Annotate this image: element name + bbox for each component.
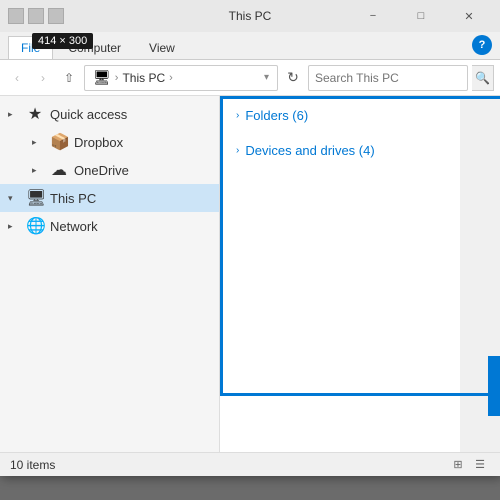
sidebar-item-onedrive[interactable]: ▸ ☁ OneDrive bbox=[0, 156, 219, 184]
address-dropdown-arrow[interactable]: ▾ bbox=[264, 72, 269, 83]
search-submit-button[interactable]: 🔍 bbox=[472, 65, 494, 91]
folders-chevron: › bbox=[236, 110, 239, 121]
sidebar-item-quick-access[interactable]: ▸ ★ Quick access bbox=[0, 100, 219, 128]
sidebar-item-dropbox[interactable]: ▸ 📦 Dropbox bbox=[0, 128, 219, 156]
this-pc-icon: 🖥 bbox=[26, 188, 44, 208]
scrollbar-track[interactable] bbox=[488, 96, 500, 476]
content-panel: › Folders (6) › Devices and drives (4) bbox=[220, 96, 500, 476]
folders-section-title: Folders (6) bbox=[245, 108, 308, 123]
title-bar: This PC − □ ✕ bbox=[0, 0, 500, 32]
content-sections: › Folders (6) › Devices and drives (4) bbox=[220, 96, 500, 190]
devices-section-title: Devices and drives (4) bbox=[245, 143, 374, 158]
sidebar-item-network[interactable]: ▸ 🌐 Network bbox=[0, 212, 219, 240]
refresh-button[interactable]: ↻ bbox=[282, 67, 304, 89]
address-bar: ‹ › ⇧ 🖥 › This PC › ▾ ↻ 🔍 bbox=[0, 60, 500, 96]
window-title: This PC bbox=[229, 9, 272, 23]
grid-view-button[interactable]: ⊞ bbox=[448, 455, 468, 475]
scrollbar-indicator[interactable] bbox=[488, 356, 500, 416]
devices-section: › Devices and drives (4) bbox=[236, 143, 484, 158]
help-button[interactable]: ? bbox=[472, 35, 492, 55]
tab-view[interactable]: View bbox=[136, 36, 188, 59]
title-bar-icons bbox=[8, 8, 64, 24]
item-count: 10 items bbox=[10, 458, 55, 472]
main-area: ▸ ★ Quick access ▸ 📦 Dropbox ▸ ☁ OneDriv… bbox=[0, 96, 500, 476]
onedrive-icon: ☁ bbox=[50, 160, 68, 180]
search-box[interactable] bbox=[308, 65, 468, 91]
view-icons: ⊞ ☰ bbox=[448, 455, 490, 475]
sidebar-item-this-pc[interactable]: ▾ 🖥 This PC bbox=[0, 184, 219, 212]
title-bar-icon-2 bbox=[28, 8, 44, 24]
nav-panel: ▸ ★ Quick access ▸ 📦 Dropbox ▸ ☁ OneDriv… bbox=[0, 96, 220, 476]
right-sidebar bbox=[460, 96, 500, 476]
dropbox-icon: 📦 bbox=[50, 132, 68, 152]
pc-icon: 🖥 bbox=[93, 69, 111, 86]
devices-chevron: › bbox=[236, 145, 239, 156]
dimension-badge: 414 × 300 bbox=[32, 33, 93, 49]
status-bar: 10 items ⊞ ☰ bbox=[0, 452, 500, 476]
maximize-button[interactable]: □ bbox=[398, 0, 444, 32]
quick-access-icon: ★ bbox=[26, 104, 44, 124]
forward-button[interactable]: › bbox=[32, 67, 54, 89]
title-bar-icon-1 bbox=[8, 8, 24, 24]
minimize-button[interactable]: − bbox=[350, 0, 396, 32]
this-pc-label: This PC bbox=[50, 191, 96, 206]
path-separator-1: › bbox=[115, 72, 119, 84]
network-label: Network bbox=[50, 219, 98, 234]
expand-arrow-network: ▸ bbox=[8, 221, 20, 232]
expand-arrow-dropbox: ▸ bbox=[32, 137, 44, 148]
expand-arrow-this-pc: ▾ bbox=[8, 193, 20, 204]
title-bar-controls: − □ ✕ bbox=[350, 0, 492, 32]
dropbox-label: Dropbox bbox=[74, 135, 123, 150]
path-this-pc: This PC bbox=[122, 71, 165, 85]
up-button[interactable]: ⇧ bbox=[58, 67, 80, 89]
scrollbar-area[interactable] bbox=[460, 96, 500, 476]
expand-arrow-quick-access: ▸ bbox=[8, 109, 20, 120]
folders-section-header[interactable]: › Folders (6) bbox=[236, 108, 484, 123]
network-icon: 🌐 bbox=[26, 216, 44, 236]
expand-arrow-onedrive: ▸ bbox=[32, 165, 44, 176]
title-bar-icon-3 bbox=[48, 8, 64, 24]
address-path[interactable]: 🖥 › This PC › ▾ bbox=[84, 65, 278, 91]
close-button[interactable]: ✕ bbox=[446, 0, 492, 32]
folders-section: › Folders (6) bbox=[236, 108, 484, 123]
path-separator-2: › bbox=[169, 72, 173, 84]
devices-section-header[interactable]: › Devices and drives (4) bbox=[236, 143, 484, 158]
list-view-button[interactable]: ☰ bbox=[470, 455, 490, 475]
window: This PC − □ ✕ 414 × 300 File Computer Vi… bbox=[0, 0, 500, 476]
quick-access-label: Quick access bbox=[50, 107, 127, 122]
search-input[interactable] bbox=[315, 71, 461, 85]
onedrive-label: OneDrive bbox=[74, 163, 129, 178]
back-button[interactable]: ‹ bbox=[6, 67, 28, 89]
